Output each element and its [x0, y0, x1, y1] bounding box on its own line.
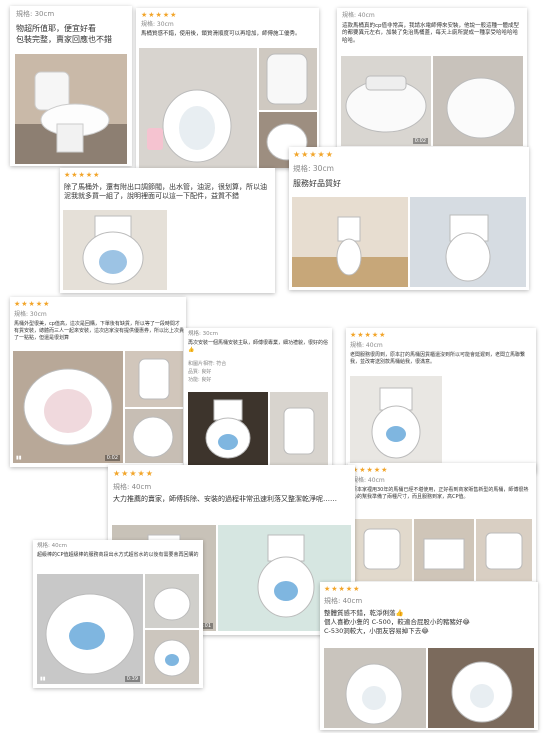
toilet-photo — [414, 519, 474, 581]
video-icon: ▮▮ — [16, 455, 22, 461]
review-card-11: ★★★★★ 規格: 40cm 整體質感不錯，乾淨俐落👍 個人喜歡小隻的 C-50… — [320, 582, 538, 730]
toilet-photo — [433, 56, 523, 146]
review-photo[interactable] — [63, 210, 167, 290]
review-spec: 規格: 30cm — [188, 331, 218, 337]
review-card-1: ★★★★★ 規格: 30cm 馬桶質感不錯，使用後，鎖質滑順度可以再增加，師傅施… — [136, 8, 319, 168]
review-photo[interactable] — [410, 197, 526, 287]
toilet-photo — [125, 351, 183, 407]
review-card-10: 規格: 40cm 超級棒的CP值超級棒的服務商段出水方式超省水的以後有需要會再回… — [33, 540, 203, 688]
review-text: 服務好品質好 — [293, 179, 341, 188]
review-text: 馬桶質感不錯，使用後，鎖質滑順度可以再增加，師傅施工優秀。 — [141, 31, 301, 37]
rating-stars: ★★★★★ — [64, 171, 101, 179]
review-spec: 規格: 40cm — [342, 12, 375, 19]
review-card-5: ★★★★★ 規格: 30cm 馬桶外型很美，cp值高，這次是回購，下單後有缺貨，… — [10, 297, 186, 467]
review-card-0: 規格: 30cm 物超所值耶，便宜好看 包裝完整，賣家回應也不錯 — [10, 6, 132, 166]
review-photo[interactable] — [433, 56, 523, 146]
review-spec: 規格: 40cm — [37, 543, 67, 549]
review-photo[interactable] — [428, 648, 534, 728]
review-text: 這款馬桶真的cp值非常高，我請水電師傅來安裝，他說一般這種一體成型的都要異元左右… — [342, 23, 520, 44]
review-attr: 品質: 良好 — [188, 369, 212, 375]
toilet-photo — [270, 392, 328, 466]
review-photo[interactable] — [259, 48, 317, 110]
review-photo[interactable] — [352, 519, 412, 581]
review-card-3: ★★★★★ 規格: 30cm 服務好品質好 — [289, 147, 529, 290]
video-duration: 0:02 — [104, 455, 120, 461]
review-attr: 功能: 良好 — [188, 377, 212, 383]
review-spec: 規格: 30cm — [16, 10, 55, 18]
review-photo[interactable] — [476, 519, 532, 581]
toilet-photo — [476, 519, 532, 581]
review-photo[interactable]: 0:02 — [341, 56, 431, 146]
review-text: 整體質感不錯，乾淨俐落👍 個人喜歡小隻的 C-500，較適合屁股小的豬豬好😂 C… — [324, 609, 470, 635]
review-photo[interactable] — [324, 648, 426, 728]
review-photo[interactable] — [414, 519, 474, 581]
review-photo[interactable] — [188, 392, 268, 466]
review-photo[interactable] — [125, 409, 183, 463]
toilet-photo — [15, 54, 127, 164]
toilet-photo — [324, 648, 426, 728]
toilet-photo — [125, 409, 183, 463]
toilet-photo — [428, 648, 534, 728]
review-photo[interactable] — [292, 197, 408, 287]
review-text: 除了馬桶外，還有附出口調節閥，出水管，油泥，很划算，所以油泥我就多買一組了，說明… — [64, 183, 267, 201]
review-spec: 規格: 30cm — [14, 311, 47, 318]
video-icon: ▮▮ — [40, 676, 46, 682]
review-spec: 規格: 40cm — [113, 483, 152, 491]
toilet-photo — [410, 197, 526, 287]
review-spec: 規格: 40cm — [324, 597, 363, 605]
toilet-photo — [37, 574, 143, 684]
rating-stars: ★★★★★ — [14, 300, 51, 308]
review-photo[interactable]: ▮▮ 0:02 — [13, 351, 123, 463]
review-photo[interactable]: ▮▮ 0:39 — [37, 574, 143, 684]
review-photo[interactable] — [270, 392, 328, 466]
rating-stars: ★★★★★ — [352, 466, 389, 474]
toilet-photo — [188, 392, 268, 466]
review-text: 馬桶外型很美，cp值高，這次是回購，下單後有缺貨，所以等了一段時間才有貨安裝，總… — [14, 321, 185, 341]
review-spec: 規格: 40cm — [352, 477, 385, 484]
review-spec: 規格: 30cm — [293, 164, 334, 173]
review-card-2: 規格: 40cm 這款馬桶真的cp值非常高，我請水電師傅來安裝，他說一般這種一體… — [337, 8, 527, 148]
review-card-6: 規格: 30cm 再次安裝一個馬桶安裝主臥，師傅很專業，細功禮貌，很好的俗👍 和… — [184, 328, 332, 470]
review-photo[interactable] — [139, 48, 257, 168]
review-text: 大力推薦的賣家，師傅拆除、安裝的過程非常迅速利落又整潔乾淨呢…… — [113, 495, 337, 503]
review-photo[interactable] — [145, 574, 199, 628]
review-text: 再次安裝一個馬桶安裝主臥，師傅很專業，細功禮貌，很好的俗👍 — [188, 340, 329, 353]
rating-stars: ★★★★★ — [113, 469, 154, 478]
toilet-photo — [145, 630, 199, 684]
review-text: 老闆服務很周到，原本訂的馬桶因貨櫃還沒到所以可能會延遲到，老闆立馬聯繫我，並改寄… — [350, 352, 526, 365]
review-spec: 規格: 30cm — [141, 21, 174, 28]
video-duration: 0:02 — [412, 138, 428, 144]
review-text: 超級棒的CP值超級棒的服務商段出水方式超省水的以後有需要會再回購的 — [37, 552, 199, 558]
rating-stars: ★★★★★ — [141, 11, 178, 19]
review-card-8: ★★★★★ 規格: 40cm 原本家裡用30年的馬桶已經不堪使用，正好看到商家販… — [348, 463, 536, 585]
toilet-photo — [139, 48, 257, 168]
review-card-7: ★★★★★ 規格: 40cm 老闆服務很周到，原本訂的馬桶因貨櫃還沒到所以可能會… — [346, 328, 536, 473]
review-spec: 規格: 40cm — [350, 342, 383, 349]
review-attr: 和圖片相符: 符合 — [188, 361, 227, 367]
review-card-4: ★★★★★ 除了馬桶外，還有附出口調節閥，出水管，油泥，很划算，所以油泥我就多買… — [60, 168, 275, 293]
review-text: 物超所值耶，便宜好看 包裝完整，賣家回應也不錯 — [16, 24, 112, 44]
review-photo[interactable] — [125, 351, 183, 407]
toilet-photo — [63, 210, 167, 290]
rating-stars: ★★★★★ — [324, 585, 361, 593]
toilet-photo — [352, 519, 412, 581]
toilet-photo — [145, 574, 199, 628]
review-text: 原本家裡用30年的馬桶已經不堪使用，正好看到商家販售新型的馬桶，師傅很熱心的幫我… — [352, 487, 529, 500]
toilet-photo — [350, 376, 442, 468]
review-photo[interactable] — [350, 376, 442, 468]
review-photo[interactable] — [15, 54, 127, 164]
rating-stars: ★★★★★ — [350, 331, 387, 339]
video-duration: 0:39 — [124, 676, 140, 682]
toilet-photo — [259, 48, 317, 110]
toilet-photo — [13, 351, 123, 463]
toilet-photo — [292, 197, 408, 287]
review-photo[interactable] — [145, 630, 199, 684]
toilet-photo — [341, 56, 431, 146]
rating-stars: ★★★★★ — [293, 150, 334, 159]
